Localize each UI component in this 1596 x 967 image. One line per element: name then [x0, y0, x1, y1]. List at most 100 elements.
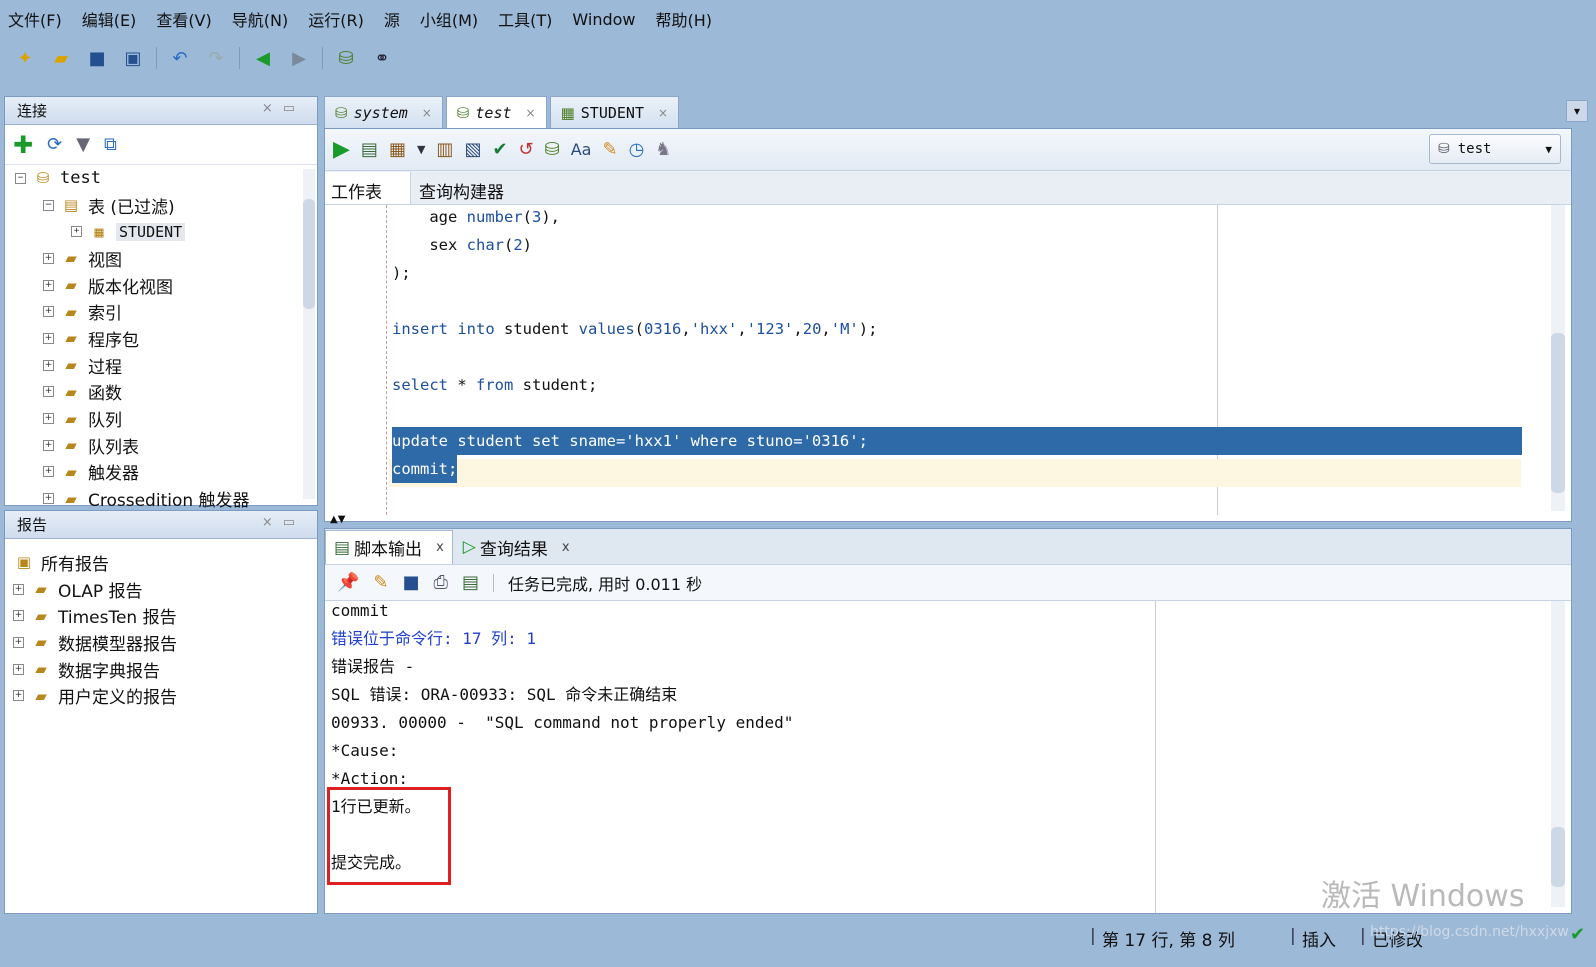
close-icon[interactable]: × — [658, 106, 668, 120]
clear-icon[interactable]: ✎ — [373, 572, 388, 593]
expand-icon[interactable]: + — [13, 690, 24, 702]
tree-item[interactable]: + ▰ 过程 — [15, 352, 317, 379]
unshared-sql-icon[interactable]: ⛁ — [545, 139, 560, 160]
expand-icon[interactable]: + — [43, 252, 54, 264]
autotrace-icon[interactable]: ▦ — [389, 139, 406, 160]
tab-student[interactable]: ▦ STUDENT × — [549, 96, 680, 128]
expand-icon[interactable]: + — [43, 386, 54, 398]
menu-navigate[interactable]: 导航(N) — [232, 7, 288, 31]
redo-icon[interactable]: ↷ — [203, 45, 229, 71]
tab-worksheet[interactable]: 工作表 — [325, 172, 411, 204]
run-script-icon[interactable]: ▤ — [361, 139, 378, 160]
schema-browser-icon[interactable]: ⧉ — [104, 134, 117, 155]
expand-icon[interactable]: + — [43, 439, 54, 451]
sql-worksheet-icon[interactable]: ⛁ — [333, 45, 359, 71]
close-icon[interactable]: x — [436, 540, 444, 555]
close-icon[interactable]: x — [562, 540, 570, 555]
tab-script-output[interactable]: ▤ 脚本输出 x — [325, 530, 453, 564]
tree-item[interactable]: − ⛁ test — [15, 165, 317, 192]
menu-edit[interactable]: 编辑(E) — [82, 7, 137, 31]
clear-icon[interactable]: ✎ — [602, 139, 617, 160]
editor-scrollbar[interactable] — [1551, 205, 1565, 511]
tab-test[interactable]: ⛁ test × — [445, 96, 547, 128]
sql-tuning-icon[interactable]: ▧ — [464, 139, 481, 160]
expand-icon[interactable]: + — [43, 332, 54, 344]
output-scrollbar[interactable] — [1551, 601, 1565, 907]
tree-item[interactable]: + ▰ 索引 — [15, 298, 317, 325]
report-item[interactable]: + ▰ TimesTen 报告 — [13, 602, 317, 629]
expand-icon[interactable]: + — [43, 466, 54, 478]
menu-help[interactable]: 帮助(H) — [656, 7, 713, 31]
expand-icon[interactable]: + — [43, 279, 54, 291]
expand-icon[interactable]: + — [13, 610, 24, 622]
close-icon[interactable]: × — [526, 106, 536, 120]
tab-system[interactable]: ⛁ system × — [324, 96, 443, 128]
tree-item[interactable]: + ▰ 视图 — [15, 245, 317, 272]
expand-icon[interactable]: + — [13, 636, 24, 648]
run-statement-icon[interactable]: ▶ — [333, 137, 350, 162]
report-item[interactable]: + ▰ OLAP 报告 — [13, 576, 317, 603]
expand-icon[interactable]: + — [13, 663, 24, 675]
menu-window[interactable]: Window — [572, 10, 635, 29]
menu-tools[interactable]: 工具(T) — [498, 7, 552, 31]
menu-team[interactable]: 小组(M) — [420, 7, 478, 31]
report-item[interactable]: ▣ 所有报告 — [13, 549, 317, 576]
rollback-icon[interactable]: ↺ — [519, 139, 534, 160]
save-icon[interactable]: ■ — [403, 572, 420, 593]
commit-icon[interactable]: ✔ — [492, 139, 507, 160]
expand-icon[interactable]: + — [43, 493, 54, 505]
tree-item[interactable]: + ▰ 程序包 — [15, 325, 317, 352]
tree-item[interactable]: + ▰ 队列表 — [15, 432, 317, 459]
report-item[interactable]: + ▰ 数据字典报告 — [13, 656, 317, 683]
menu-source[interactable]: 源 — [384, 7, 400, 31]
panel-controls-icon[interactable]: ×▭ — [262, 101, 305, 116]
tree-item[interactable]: + ▰ 函数 — [15, 379, 317, 406]
print-icon[interactable]: ⎙ — [434, 572, 448, 593]
expand-icon[interactable]: + — [43, 306, 54, 318]
code-editor[interactable]: age number(3), sex char(2)); insert into … — [325, 205, 1571, 515]
expand-icon[interactable]: + — [43, 413, 54, 425]
tree-item[interactable]: + ▰ 版本化视图 — [15, 272, 317, 299]
close-icon[interactable]: × — [422, 106, 432, 120]
refresh-icon[interactable]: ⟳ — [47, 134, 62, 155]
menu-file[interactable]: 文件(F) — [8, 7, 62, 31]
pin-icon[interactable]: 📌 — [337, 572, 359, 593]
to-upper-lower-icon[interactable]: Aa — [571, 140, 592, 159]
menu-run[interactable]: 运行(R) — [308, 7, 364, 31]
expand-icon[interactable]: + — [43, 359, 54, 371]
explain-plan-icon[interactable]: ▥ — [436, 139, 453, 160]
report-item[interactable]: + ▰ 用户定义的报告 — [13, 682, 317, 709]
open-folder-icon[interactable]: ▰ — [48, 45, 74, 71]
history-icon[interactable]: ◷ — [629, 139, 645, 160]
binoculars-icon[interactable]: ⚭ — [369, 45, 395, 71]
tab-query-result[interactable]: ▷ 查询结果 x — [453, 530, 580, 564]
forward-icon[interactable]: ▶ — [286, 45, 312, 71]
connection-selector[interactable]: ⛁ test ▼ — [1429, 134, 1561, 164]
tree-scrollbar[interactable] — [303, 169, 315, 499]
back-icon[interactable]: ◀ — [250, 45, 276, 71]
tree-item[interactable]: + ▰ 队列 — [15, 405, 317, 432]
tree-item[interactable]: + ▰ Crossedition 触发器 — [15, 485, 317, 512]
report-item[interactable]: + ▰ 数据模型器报告 — [13, 629, 317, 656]
dropdown-icon[interactable]: ▼ — [417, 143, 425, 156]
undo-icon[interactable]: ↶ — [167, 45, 193, 71]
filter-icon[interactable]: ▼ — [76, 134, 90, 155]
add-connection-icon[interactable]: ✚ — [13, 131, 33, 159]
tree-item[interactable]: + ▦ STUDENT — [15, 218, 317, 245]
monitor-icon[interactable]: ♞ — [655, 139, 671, 160]
save-icon[interactable]: ■ — [84, 45, 110, 71]
tab-query-builder[interactable]: 查询构建器 — [411, 172, 514, 204]
tab-list-dropdown-icon[interactable]: ▾ — [1566, 100, 1588, 122]
expand-icon[interactable]: + — [71, 226, 82, 238]
panel-controls-icon[interactable]: ×▭ — [262, 515, 305, 530]
save-all-icon[interactable]: ▣ — [120, 45, 146, 71]
tree-item[interactable]: − ▤ 表 (已过滤) — [15, 192, 317, 219]
tree-item[interactable]: + ▰ 触发器 — [15, 459, 317, 486]
menu-view[interactable]: 查看(V) — [156, 7, 211, 31]
output-text-area[interactable]: commit 错误位于命令行: 17 列: 1 错误报告 - SQL 错误: ORA-… — [325, 601, 1571, 913]
script-icon[interactable]: ▤ — [462, 572, 479, 593]
collapse-icon[interactable]: − — [15, 172, 26, 184]
expand-icon[interactable]: + — [13, 583, 24, 595]
new-file-icon[interactable]: ✦ — [12, 45, 38, 71]
collapse-icon[interactable]: − — [43, 199, 54, 211]
